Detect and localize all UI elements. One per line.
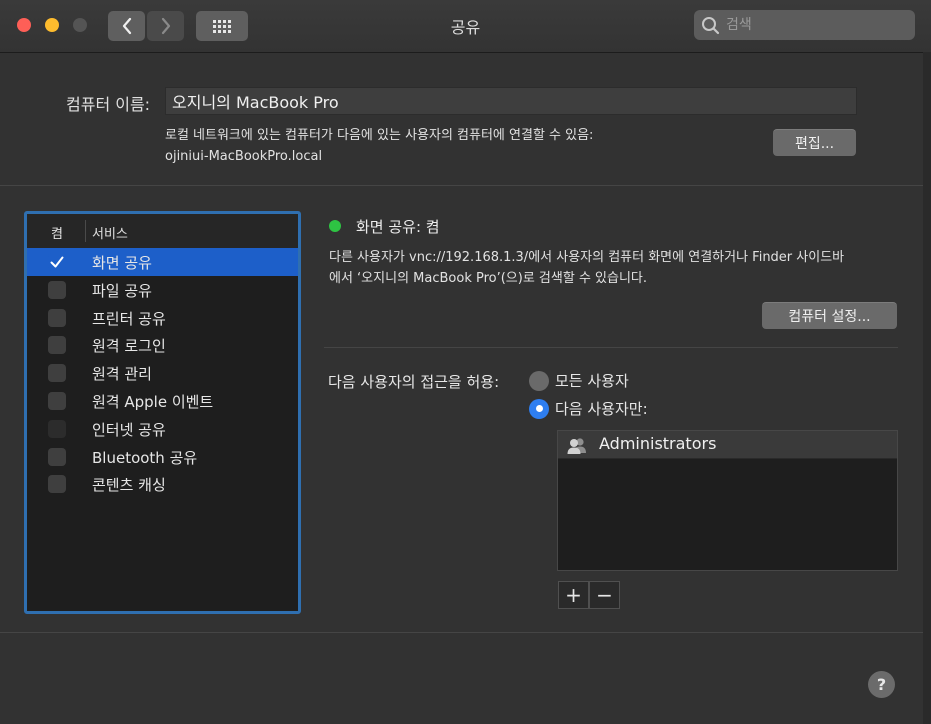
radio-all-users-label: 모든 사용자 — [555, 372, 629, 390]
search-input[interactable] — [726, 17, 906, 33]
service-checkbox[interactable] — [48, 309, 66, 327]
service-label: Bluetooth 공유 — [92, 449, 198, 467]
radio-only-users-label: 다음 사용자만: — [555, 400, 648, 418]
service-checkbox[interactable] — [48, 392, 66, 410]
service-row-internet-sharing[interactable]: 인터넷 공유 — [27, 415, 298, 443]
column-service-header[interactable]: 서비스 — [92, 223, 128, 242]
user-group-icon — [567, 438, 586, 454]
service-row-remote-apple-events[interactable]: 원격 Apple 이벤트 — [27, 387, 298, 415]
service-label: 화면 공유 — [92, 254, 152, 272]
computer-name-field[interactable] — [165, 87, 857, 115]
local-desc-line1: 로컬 네트워크에 있는 컴퓨터가 다음에 있는 사용자의 컴퓨터에 연결할 수 … — [165, 128, 594, 143]
column-on-header[interactable]: 켬 — [51, 223, 63, 242]
service-checkbox[interactable] — [48, 281, 66, 299]
column-separator — [85, 220, 86, 242]
access-label: 다음 사용자의 접근을 허용: — [328, 373, 500, 391]
local-hostname: ojiniui-MacBookPro.local — [165, 149, 323, 164]
allowed-users-list[interactable]: Administrators — [557, 430, 898, 571]
window-edge — [923, 52, 931, 724]
services-list[interactable]: 켬 서비스 화면 공유 파일 공유 프린터 공유 원격 로그인 원격 관리 원격… — [24, 211, 301, 614]
description-line1: 다른 사용자가 vnc://192.168.1.3/에서 사용자의 컴퓨터 화면… — [329, 250, 845, 265]
service-status: 화면 공유: 켬 — [356, 218, 440, 236]
service-label: 프린터 공유 — [92, 310, 166, 328]
service-row-content-caching[interactable]: 콘텐츠 캐싱 — [27, 470, 298, 498]
status-indicator — [329, 220, 341, 232]
computer-name-label: 컴퓨터 이름: — [66, 95, 151, 114]
service-label: 원격 로그인 — [92, 337, 166, 355]
service-description: 다른 사용자가 vnc://192.168.1.3/에서 사용자의 컴퓨터 화면… — [329, 247, 844, 289]
help-button[interactable]: ? — [868, 671, 895, 698]
service-row-printer-sharing[interactable]: 프린터 공유 — [27, 304, 298, 332]
service-checkbox[interactable] — [48, 253, 66, 271]
services-list-header: 켬 서비스 — [27, 214, 298, 249]
remove-user-button[interactable]: − — [589, 581, 620, 609]
bottom-divider — [0, 632, 923, 633]
search-icon — [702, 17, 720, 35]
service-label: 원격 Apple 이벤트 — [92, 393, 214, 411]
computer-name-input[interactable] — [166, 88, 856, 114]
list-item[interactable]: Administrators — [558, 431, 897, 459]
service-label: 콘텐츠 캐싱 — [92, 476, 166, 494]
section-divider — [0, 185, 923, 186]
service-row-screen-sharing[interactable]: 화면 공유 — [27, 248, 298, 276]
plus-icon: + — [565, 583, 582, 607]
service-checkbox[interactable] — [48, 420, 66, 438]
user-name: Administrators — [599, 434, 717, 453]
computer-settings-button[interactable]: 컴퓨터 설정... — [762, 302, 897, 329]
radio-only-users[interactable]: 다음 사용자만: — [529, 398, 648, 419]
add-user-button[interactable]: + — [558, 581, 589, 609]
service-row-file-sharing[interactable]: 파일 공유 — [27, 276, 298, 304]
local-hostname-description: 로컬 네트워크에 있는 컴퓨터가 다음에 있는 사용자의 컴퓨터에 연결할 수 … — [165, 125, 593, 167]
service-row-bluetooth-sharing[interactable]: Bluetooth 공유 — [27, 443, 298, 471]
service-row-remote-management[interactable]: 원격 관리 — [27, 359, 298, 387]
minus-icon: − — [596, 583, 613, 607]
radio-all-users[interactable]: 모든 사용자 — [529, 370, 629, 391]
service-label: 파일 공유 — [92, 282, 152, 300]
service-checkbox[interactable] — [48, 364, 66, 382]
radio-button[interactable] — [529, 398, 549, 419]
question-mark-icon: ? — [876, 675, 887, 694]
checkmark-icon — [50, 256, 64, 268]
service-label: 인터넷 공유 — [92, 421, 166, 439]
service-label: 원격 관리 — [92, 365, 152, 383]
service-checkbox[interactable] — [48, 336, 66, 354]
search-field[interactable] — [694, 10, 915, 40]
edit-hostname-button[interactable]: 편집... — [773, 129, 856, 156]
radio-button[interactable] — [529, 370, 549, 391]
service-checkbox[interactable] — [48, 475, 66, 493]
detail-divider — [324, 347, 898, 348]
description-line2: 에서 ‘오지니의 MacBook Pro’(으)로 검색할 수 있습니다. — [329, 271, 648, 286]
service-row-remote-login[interactable]: 원격 로그인 — [27, 331, 298, 359]
service-checkbox[interactable] — [48, 448, 66, 466]
